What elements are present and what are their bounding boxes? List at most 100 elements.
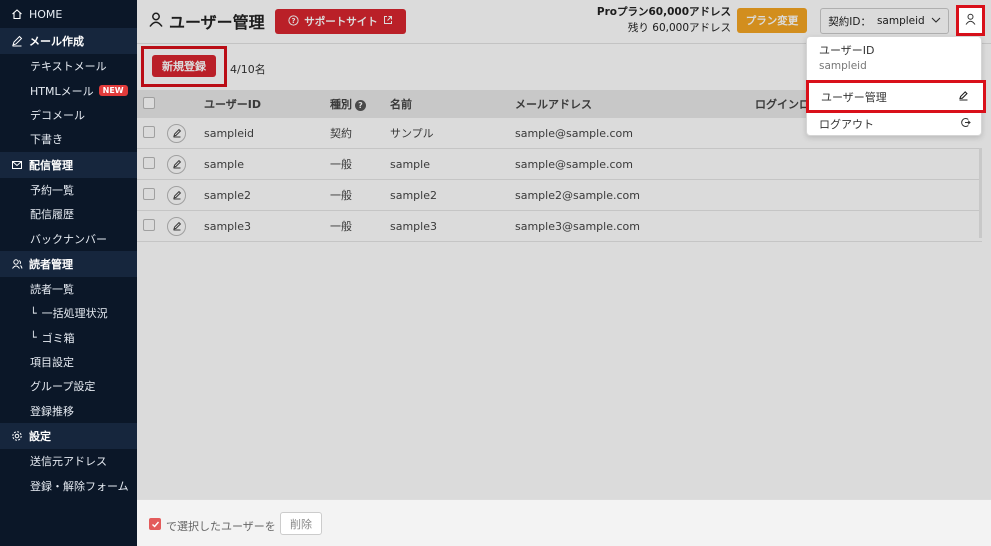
sidebar-item-label: 下書き bbox=[30, 133, 63, 147]
bulk-action-text: で選択したユーザーを bbox=[166, 520, 276, 533]
dropdown-logout[interactable]: ログアウト bbox=[819, 113, 971, 135]
sidebar-item-label: HTMLメール bbox=[30, 84, 94, 98]
pencil-icon bbox=[958, 90, 969, 104]
sidebar-item-label: ゴミ箱 bbox=[41, 331, 75, 345]
page-title-text: ユーザー管理 bbox=[169, 13, 265, 32]
dropdown-user-management[interactable]: ユーザー管理 bbox=[806, 80, 986, 113]
home-icon bbox=[10, 8, 23, 21]
bulk-action-footer: で選択したユーザーを 削除 bbox=[137, 499, 991, 546]
sidebar-item-reader-list[interactable]: 読者一覧 bbox=[0, 277, 137, 301]
sidebar-home-label: HOME bbox=[29, 7, 63, 21]
users-icon bbox=[10, 257, 23, 270]
sidebar-item-label: 送信元アドレス bbox=[30, 455, 107, 469]
header-name[interactable]: 名前 bbox=[390, 96, 515, 112]
user-icon bbox=[965, 13, 976, 28]
dropdown-item-label: ログアウト bbox=[819, 118, 874, 131]
sidebar-item-label: 登録推移 bbox=[30, 404, 74, 418]
tree-prefix: └ bbox=[30, 306, 37, 320]
delete-button[interactable]: 削除 bbox=[280, 512, 322, 535]
sidebar-item-deco-mail[interactable]: デコメール bbox=[0, 103, 137, 127]
sidebar-home[interactable]: HOME bbox=[0, 0, 137, 28]
sidebar-item-reservations[interactable]: 予約一覧 bbox=[0, 178, 137, 202]
header-type: 種別? bbox=[330, 96, 390, 112]
row-checkbox[interactable] bbox=[143, 218, 155, 231]
bulk-checkbox[interactable] bbox=[149, 518, 161, 530]
contract-id-value: sampleid bbox=[876, 15, 925, 27]
plan-info: Proプラン60,000アドレス 残り 60,000アドレス bbox=[577, 4, 731, 36]
sidebar-section-settings: 設定 bbox=[0, 423, 137, 450]
sidebar-item-bulk-status[interactable]: └ 一括処理状況 bbox=[0, 301, 137, 325]
cell-mail: sample3@sample.com bbox=[515, 219, 640, 233]
cell-user-id: sample3 bbox=[204, 219, 251, 233]
edit-icon[interactable] bbox=[167, 216, 186, 236]
edit-icon[interactable] bbox=[167, 185, 186, 205]
header-user-id[interactable]: ユーザーID bbox=[204, 96, 330, 112]
support-site-button[interactable]: ? サポートサイト bbox=[275, 9, 406, 34]
contract-id-select[interactable]: 契約ID： sampleid bbox=[820, 8, 949, 34]
sidebar-item-fields[interactable]: 項目設定 bbox=[0, 350, 137, 374]
row-checkbox[interactable] bbox=[143, 187, 155, 200]
header-mail[interactable]: メールアドレス bbox=[515, 96, 755, 112]
help-circle-icon: ? bbox=[288, 14, 299, 29]
new-badge: NEW bbox=[98, 85, 128, 97]
cell-type: 契約 bbox=[330, 127, 352, 140]
cell-user-id: sample2 bbox=[204, 188, 251, 202]
sidebar-item-label: 一括処理状況 bbox=[41, 307, 108, 321]
sidebar-item-sender-address[interactable]: 送信元アドレス bbox=[0, 449, 137, 473]
tree-prefix: └ bbox=[30, 331, 37, 345]
header-type-label: 種別 bbox=[330, 98, 352, 111]
sidebar-item-drafts[interactable]: 下書き bbox=[0, 127, 137, 151]
cell-name: サンプル bbox=[390, 127, 434, 140]
user-dropdown-menu: ユーザーID sampleid ユーザー管理 ログアウト bbox=[806, 36, 986, 136]
cell-mail: sample@sample.com bbox=[515, 126, 633, 140]
sidebar-item-history[interactable]: 配信履歴 bbox=[0, 202, 137, 226]
sidebar-item-label: バックナンバー bbox=[30, 232, 107, 246]
sidebar-item-html-mail[interactable]: HTMLメール NEW bbox=[0, 78, 137, 102]
cell-user-id: sample bbox=[204, 157, 244, 171]
external-link-icon bbox=[383, 15, 393, 28]
row-checkbox[interactable] bbox=[143, 156, 155, 169]
select-all-checkbox[interactable] bbox=[143, 96, 155, 109]
sidebar-item-backnumber[interactable]: バックナンバー bbox=[0, 226, 137, 250]
cell-type: 一般 bbox=[330, 220, 352, 233]
user-count: 4/10名 bbox=[230, 63, 266, 76]
cell-user-id: sampleid bbox=[204, 126, 255, 140]
row-checkbox[interactable] bbox=[143, 125, 155, 138]
sidebar-item-text-mail[interactable]: テキストメール bbox=[0, 54, 137, 78]
section-title: 読者管理 bbox=[29, 257, 73, 271]
cell-name: sample bbox=[390, 157, 430, 171]
plan-change-button[interactable]: プラン変更 bbox=[737, 8, 807, 33]
dropdown-item-label: ユーザー管理 bbox=[821, 90, 887, 104]
sidebar-item-forms[interactable]: 登録・解除フォーム bbox=[0, 473, 137, 497]
cell-type: 一般 bbox=[330, 158, 352, 171]
sidebar-item-groups[interactable]: グループ設定 bbox=[0, 374, 137, 398]
plan-name: Proプラン60,000アドレス bbox=[596, 6, 731, 18]
sidebar-item-registration-trend[interactable]: 登録推移 bbox=[0, 399, 137, 423]
register-highlight: 新規登録 bbox=[141, 46, 227, 87]
sidebar-item-trash[interactable]: └ ゴミ箱 bbox=[0, 326, 137, 350]
table-row: sample3 一般 sample3 sample3@sample.com bbox=[137, 211, 982, 242]
mail-icon bbox=[10, 158, 23, 171]
user-icon bbox=[149, 12, 163, 31]
contract-label: 契約ID： bbox=[828, 15, 871, 28]
sidebar-section-mail-create: メール作成 bbox=[0, 28, 137, 54]
section-title: メール作成 bbox=[29, 35, 84, 48]
sidebar-item-label: デコメール bbox=[30, 108, 85, 122]
help-icon[interactable]: ? bbox=[355, 99, 366, 111]
table-row: sample2 一般 sample2 sample2@sample.com bbox=[137, 180, 982, 211]
sidebar-item-label: 読者一覧 bbox=[30, 282, 74, 296]
scrollbar[interactable] bbox=[979, 148, 982, 238]
user-menu-button[interactable] bbox=[956, 5, 985, 36]
svg-text:?: ? bbox=[292, 17, 296, 25]
sidebar-item-label: グループ設定 bbox=[30, 380, 96, 394]
page-title: ユーザー管理 bbox=[149, 9, 265, 33]
dropdown-id-value: sampleid bbox=[819, 60, 867, 72]
edit-icon[interactable] bbox=[167, 123, 186, 143]
new-register-button[interactable]: 新規登録 bbox=[152, 55, 216, 77]
edit-icon[interactable] bbox=[167, 154, 186, 174]
sidebar-section-delivery: 配信管理 bbox=[0, 151, 137, 178]
section-title: 配信管理 bbox=[29, 158, 73, 172]
sidebar-item-label: 登録・解除フォーム bbox=[30, 479, 129, 493]
pencil-icon bbox=[10, 35, 23, 48]
gear-icon bbox=[10, 430, 23, 443]
